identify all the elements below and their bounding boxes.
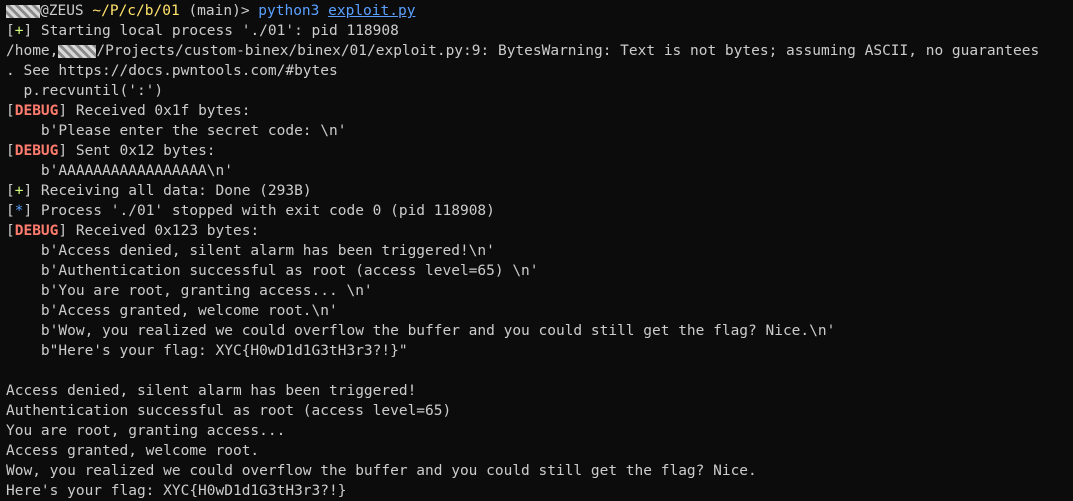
bracket-open: [ [6,103,15,119]
command-argument-link[interactable]: exploit.py [328,3,415,19]
bracket-close: ] [23,203,33,219]
output-line-warning: /home, /Projects/custom-binex/binex/01/ex… [6,41,1073,61]
bracket-close: ] [58,143,68,159]
bracket-close: ] [58,103,68,119]
output-line-recv-code: p.recvuntil(':') [6,83,164,99]
output-line-recv1-data: b'Please enter the secret code: \n' [6,123,347,139]
output-line-recv2-data: b'Authentication successful as root (acc… [6,263,539,279]
terminal-window[interactable]: @ZEUS ~/P/c/b/01 (main)> python3 exploit… [6,1,1073,501]
redacted-username [6,4,40,18]
output-line-final: Here's your flag: XYC{H0wD1d1G3tH3r3?!} [6,483,347,499]
bracket-open: [ [6,143,15,159]
output-line-final: Wow, you realized we could overflow the … [6,463,757,479]
bracket-open: [ [6,203,15,219]
process-stop-text: Process './01' stopped with exit code 0 … [32,203,495,219]
warning-prefix: /home, [6,43,59,59]
receiving-text: Receiving all data: Done (293B) [32,183,312,199]
output-line-process-stop: [*] Process './01' stopped with exit cod… [6,201,1073,221]
output-line-receiving: [+] Receiving all data: Done (293B) [6,181,1073,201]
prompt-path: ~/P/c/b/01 [92,3,180,19]
bracket-open: [ [6,183,15,199]
output-line-final: Authentication successful as root (acces… [6,403,452,419]
warning-text: /Projects/custom-binex/binex/01/exploit.… [96,43,1040,59]
bracket-close: ] [23,183,33,199]
output-line-recv2-data: b"Here's your flag: XYC{H0wD1d1G3tH3r3?!… [6,343,408,359]
prompt-host: @ZEUS [40,3,84,19]
output-line-warning-cont: . See https://docs.pwntools.com/#bytes [6,63,338,79]
command-name: python3 [258,3,320,19]
output-line-recv2-data: b'Wow, you realized we could overflow th… [6,323,836,339]
debug-label: DEBUG [14,223,59,239]
output-line-final: You are root, granting access... [6,423,286,439]
recv2-text: Received 0x123 bytes: [67,223,260,239]
prompt-branch: (main)> [188,3,250,19]
shell-prompt-line: @ZEUS ~/P/c/b/01 (main)> python3 exploit… [6,1,1073,21]
bracket-open: [ [6,223,15,239]
output-line-sent1-data: b'AAAAAAAAAAAAAAAAA\n' [6,163,233,179]
recv1-text: Received 0x1f bytes: [67,103,251,119]
output-line-final: Access granted, welcome root. [6,443,260,459]
output-line-recv2-data: b'You are root, granting access... \n' [6,283,373,299]
debug-label: DEBUG [14,103,59,119]
output-line-debug-recv2: [DEBUG] Received 0x123 bytes: [6,221,1073,241]
output-line-recv2-data: b'Access denied, silent alarm has been t… [6,243,495,259]
bracket-close: ] [58,223,68,239]
output-line-debug-recv1: [DEBUG] Received 0x1f bytes: [6,101,1073,121]
starting-text: Starting local process './01': pid 11890… [32,23,399,39]
output-line-recv2-data: b'Access granted, welcome root.\n' [6,303,338,319]
output-line-final: Access denied, silent alarm has been tri… [6,383,417,399]
output-line-debug-sent1: [DEBUG] Sent 0x12 bytes: [6,141,1073,161]
output-line-starting: [+] Starting local process './01': pid 1… [6,21,1073,41]
bracket-open: [ [6,23,15,39]
debug-label: DEBUG [14,143,59,159]
redacted-homedir [58,44,97,58]
bracket-close: ] [23,23,33,39]
sent1-text: Sent 0x12 bytes: [67,143,216,159]
